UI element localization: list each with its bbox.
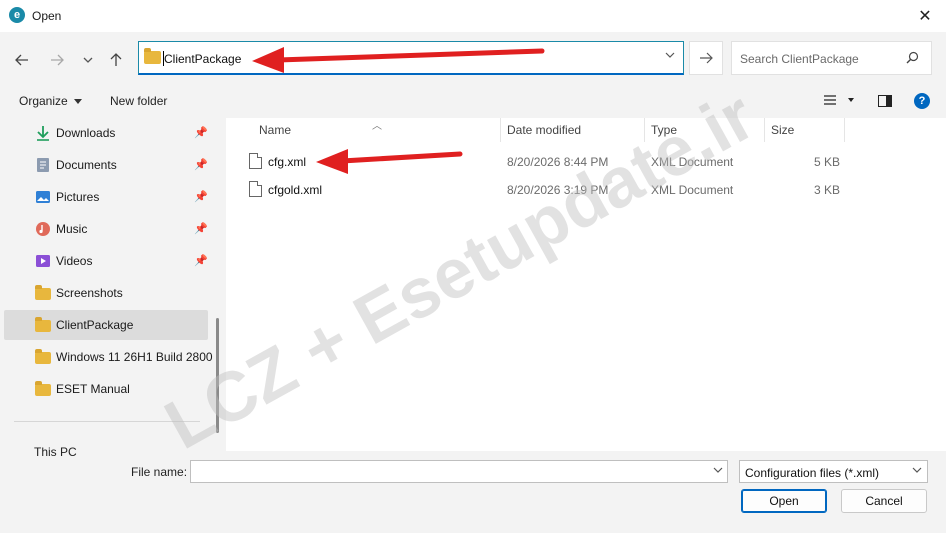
file-size: 5 KB [814, 155, 841, 169]
file-name: cfgold.xml [268, 183, 323, 197]
pin-icon[interactable]: 📌 [194, 126, 208, 139]
file-type-filter[interactable]: Configuration files (*.xml) [739, 460, 928, 483]
sidebar-item-label: Documents [56, 158, 117, 172]
column-divider[interactable] [500, 118, 501, 142]
column-header-type[interactable]: Type [651, 123, 677, 137]
search-input[interactable]: Search ClientPackage [731, 41, 932, 75]
list-view-icon [824, 95, 854, 105]
sidebar-item-documents[interactable]: Documents 📌 [4, 150, 208, 180]
chevron-down-icon[interactable] [665, 50, 675, 63]
open-button[interactable]: Open [741, 489, 827, 513]
back-button[interactable] [11, 49, 33, 71]
music-icon [36, 222, 50, 236]
sidebar-item-label: Windows 11 26H1 Build 2800 [56, 350, 213, 364]
sidebar-item-screenshots[interactable]: Screenshots [4, 278, 208, 308]
navigation-bar: ClientPackage Search ClientPackage [0, 32, 946, 86]
forward-button[interactable] [46, 49, 68, 71]
address-text[interactable]: ClientPackage [164, 52, 241, 66]
sidebar-scrollbar[interactable] [216, 318, 219, 433]
sidebar-divider [14, 421, 200, 422]
file-name-input[interactable] [190, 460, 728, 483]
sidebar-item-label: ESET Manual [56, 382, 130, 396]
arrow-right-icon [700, 52, 713, 64]
new-folder-button[interactable]: New folder [110, 94, 167, 108]
up-button[interactable] [105, 49, 127, 71]
file-date: 8/20/2026 3:19 PM [507, 183, 609, 197]
sidebar-item-videos[interactable]: Videos 📌 [4, 246, 208, 276]
sidebar-item-label: Downloads [56, 126, 116, 140]
filter-value: Configuration files (*.xml) [745, 466, 880, 480]
sidebar-item-pictures[interactable]: Pictures 📌 [4, 182, 208, 212]
folder-icon [144, 48, 161, 64]
table-row[interactable]: cfg.xml 8/20/2026 8:44 PM XML Document 5… [226, 147, 946, 175]
download-icon [37, 126, 49, 141]
arrow-left-icon [15, 54, 28, 66]
sidebar-item-clientpackage[interactable]: ClientPackage [4, 310, 208, 340]
address-bar[interactable]: ClientPackage [138, 41, 684, 75]
go-button[interactable] [689, 41, 723, 75]
chevron-down-icon[interactable] [912, 465, 922, 478]
eset-app-icon: e [9, 7, 25, 23]
documents-icon [37, 158, 49, 172]
pin-icon[interactable]: 📌 [194, 190, 208, 203]
help-icon[interactable]: ? [914, 93, 930, 109]
arrow-up-icon [110, 53, 122, 66]
file-list: ︿ Name Date modified Type Size cfg.xml 8… [226, 118, 946, 451]
folder-icon [35, 349, 51, 364]
preview-pane-icon[interactable] [878, 95, 892, 107]
arrow-right-icon [51, 54, 64, 66]
column-divider[interactable] [844, 118, 845, 142]
command-bar: Organize New folder ? [0, 86, 946, 118]
sidebar-item-windows-11[interactable]: Windows 11 26H1 Build 2800 [4, 342, 213, 372]
caret-down-icon [74, 99, 83, 104]
column-header-size[interactable]: Size [771, 123, 794, 137]
pin-icon[interactable]: 📌 [194, 222, 208, 235]
table-row[interactable]: cfgold.xml 8/20/2026 3:19 PM XML Documen… [226, 175, 946, 203]
file-name-label: File name: [131, 465, 188, 479]
pictures-icon [36, 191, 50, 203]
column-divider[interactable] [764, 118, 765, 142]
sidebar-item-eset-manual[interactable]: ESET Manual [4, 374, 208, 404]
videos-icon [36, 255, 50, 267]
pin-icon[interactable]: 📌 [194, 158, 208, 171]
sidebar-item-this-pc[interactable]: This PC [34, 445, 77, 459]
pin-icon[interactable]: 📌 [194, 254, 208, 267]
sort-ascending-icon: ︿ [372, 121, 382, 132]
cancel-button[interactable]: Cancel [841, 489, 927, 513]
chevron-down-icon [83, 57, 93, 63]
title-bar: e Open ✕ [0, 0, 946, 32]
sidebar-item-label: ClientPackage [56, 318, 134, 332]
file-name: cfg.xml [268, 155, 307, 169]
close-icon[interactable]: ✕ [912, 4, 938, 28]
file-size: 3 KB [814, 183, 841, 197]
sidebar-item-label: Screenshots [56, 286, 123, 300]
folder-icon [35, 285, 51, 300]
sidebar-item-downloads[interactable]: Downloads 📌 [4, 118, 208, 148]
column-header-date[interactable]: Date modified [507, 123, 581, 137]
view-options-button[interactable] [824, 93, 854, 109]
search-placeholder: Search ClientPackage [740, 52, 859, 66]
dialog-footer: This PC File name: Configuration files (… [0, 445, 946, 533]
sidebar-item-label: Music [56, 222, 88, 236]
column-divider[interactable] [644, 118, 645, 142]
sidebar-item-music[interactable]: Music 📌 [4, 214, 208, 244]
window-title: Open [32, 9, 62, 23]
xml-file-icon [249, 181, 262, 197]
organize-label: Organize [19, 94, 68, 108]
folder-icon [35, 381, 51, 396]
recent-locations-button[interactable] [77, 49, 99, 71]
navigation-pane: Downloads 📌 Documents 📌 Pictures 📌 Music… [0, 118, 224, 451]
file-type: XML Document [651, 183, 734, 197]
search-icon [906, 51, 919, 67]
chevron-down-icon[interactable] [713, 465, 723, 478]
folder-icon [35, 317, 51, 332]
sidebar-item-label: Videos [56, 254, 93, 268]
file-type: XML Document [651, 155, 734, 169]
organize-button[interactable]: Organize [19, 94, 83, 108]
file-date: 8/20/2026 8:44 PM [507, 155, 609, 169]
sidebar-item-label: Pictures [56, 190, 100, 204]
column-header-name[interactable]: Name [259, 123, 291, 137]
xml-file-icon [249, 153, 262, 169]
